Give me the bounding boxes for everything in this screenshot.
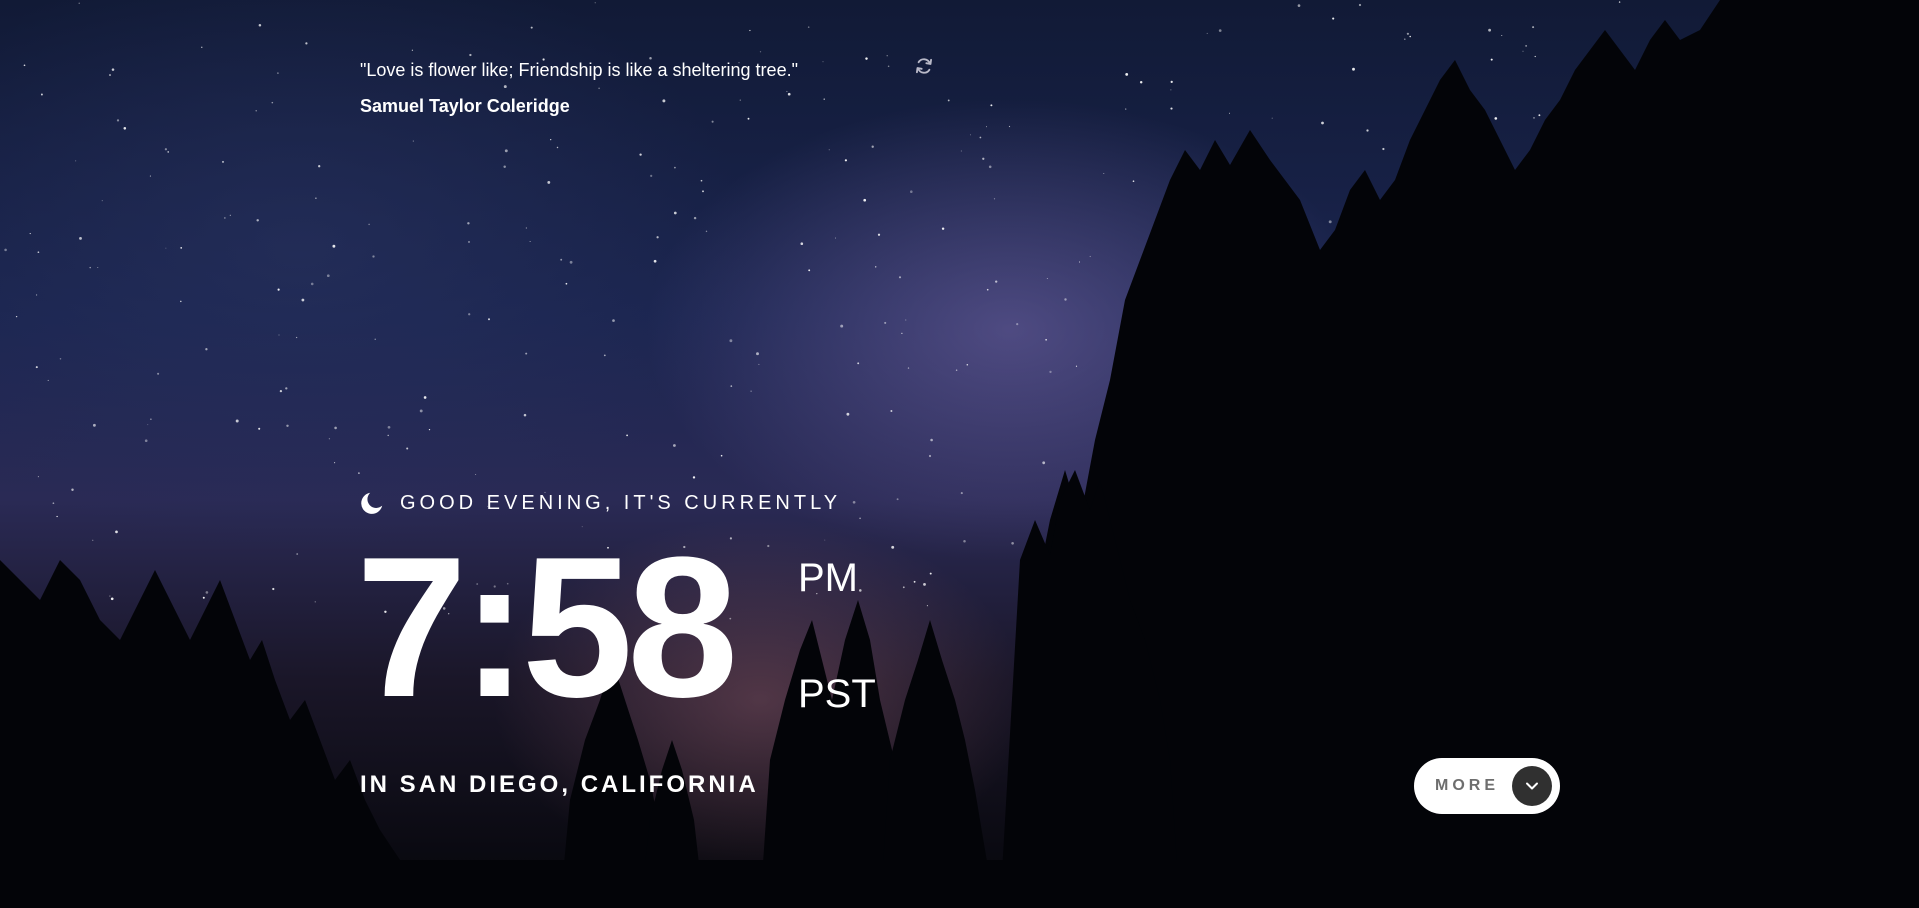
moon-icon [361, 492, 383, 514]
quote-author: Samuel Taylor Coleridge [360, 96, 570, 116]
clock-meridiem: PM [798, 556, 858, 600]
clock-time: 7:58 [356, 516, 738, 739]
refresh-icon [916, 58, 932, 74]
chevron-down-glyph [1526, 782, 1538, 790]
quote-block: "Love is flower like; Friendship is like… [360, 56, 960, 118]
quote-text: "Love is flower like; Friendship is like… [360, 60, 798, 80]
greeting: GOOD EVENING, IT'S CURRENTLY [360, 488, 841, 518]
background-night-sky [0, 0, 1919, 908]
refresh-quote-button[interactable] [910, 52, 938, 80]
clock-timezone: PST [798, 672, 876, 716]
more-button-label: MORE [1435, 777, 1499, 794]
background-scenery [0, 0, 1919, 908]
greeting-text: GOOD EVENING, IT'S CURRENTLY [400, 492, 842, 514]
time-display: 7:58 PM PST [356, 528, 956, 728]
location-text: IN SAN DIEGO, CALIFORNIA [360, 771, 759, 798]
chevron-down-icon [1512, 766, 1552, 806]
more-button[interactable]: MORE [1414, 758, 1560, 814]
